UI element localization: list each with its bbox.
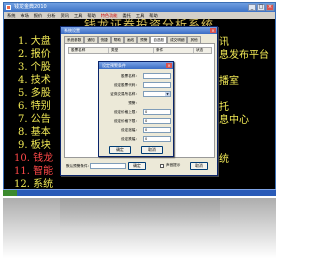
background-menu-item[interactable]: 3. 个股: [18, 62, 51, 74]
sound-alert-checkbox[interactable]: [160, 164, 164, 168]
list-header: 股票名称 类型 条件 状态: [68, 47, 212, 54]
settings-tabs: 系统参数 通知 快捷 帮助 画线 预警 自选股 成交明细 其他: [64, 36, 201, 43]
form-input[interactable]: [143, 73, 171, 79]
form-row: 设定跌幅： 0: [99, 136, 173, 143]
window-controls: _ □ ×: [248, 4, 274, 11]
form-input[interactable]: 0: [143, 118, 171, 124]
tab[interactable]: 预警: [137, 36, 151, 43]
sound-alert-label: 声音提示: [166, 163, 181, 167]
background-menu-item[interactable]: 1. 大盘: [18, 36, 51, 48]
tab[interactable]: 自选股: [150, 36, 168, 43]
tab[interactable]: 系统参数: [64, 36, 85, 43]
form-label: 股票名称：: [121, 74, 139, 78]
background-right-item[interactable]: 播室: [219, 76, 239, 88]
form-row: 设定价格上限： 0: [99, 109, 173, 116]
form-label: 证券交易所名称：: [110, 92, 139, 96]
column-header[interactable]: 类型: [109, 48, 154, 53]
form-row: 证券交易所名称： ▼: [99, 91, 173, 98]
background-right-item[interactable]: 统: [219, 154, 229, 166]
tab[interactable]: 成交明细: [167, 36, 188, 43]
form-input[interactable]: [143, 82, 171, 88]
background-menu-item[interactable]: 7. 公告: [18, 114, 51, 126]
form-input[interactable]: 0: [143, 109, 171, 115]
exchange-select[interactable]: ▼: [143, 91, 171, 97]
maximize-icon[interactable]: □: [257, 4, 265, 11]
close-icon[interactable]: ×: [210, 28, 216, 33]
background-menu-item[interactable]: 4. 技术: [18, 75, 51, 87]
minimize-icon[interactable]: _: [248, 4, 256, 11]
title-bar: 钱龙金典2010 _ □ ×: [4, 3, 275, 12]
form-label: 设定跌幅：: [121, 137, 139, 141]
column-header[interactable]: 状态: [194, 48, 211, 53]
default-alert-field[interactable]: [90, 163, 126, 169]
ok-button[interactable]: 确定: [128, 162, 146, 170]
ok-button[interactable]: 确定: [109, 146, 131, 154]
form-label: 设定股票代码：: [113, 83, 139, 87]
form-label: 预警：: [128, 101, 139, 105]
form-input[interactable]: 0: [143, 127, 171, 133]
app-icon: [6, 5, 11, 10]
background-right-item[interactable]: 息中心: [219, 115, 249, 127]
menu-item[interactable]: 报价: [34, 12, 42, 19]
form-label: 设定涨幅：: [121, 128, 139, 132]
cancel-button[interactable]: 取消: [141, 146, 163, 154]
form-row: 设定价格下限： 0: [99, 118, 173, 125]
tab[interactable]: 快捷: [97, 36, 111, 43]
form-row: 设定股票代码：: [99, 82, 173, 89]
background-right-item[interactable]: 讯: [219, 37, 229, 49]
default-alert-label: 默认预警条件：: [66, 164, 92, 168]
reflection-dialog: [60, 198, 220, 228]
tab[interactable]: 其他: [187, 36, 201, 43]
column-header[interactable]: 条件: [154, 48, 194, 53]
background-menu-item[interactable]: 9. 板块: [18, 140, 51, 152]
tab[interactable]: 画线: [123, 36, 138, 43]
background-menu-item[interactable]: 8. 基本: [18, 127, 51, 139]
background-menu-item[interactable]: 5. 多股: [18, 88, 51, 100]
settings-footer: 默认预警条件： 声音提示 确定 取消: [64, 161, 215, 173]
cancel-button[interactable]: 取消: [190, 162, 208, 170]
form-row: 股票名称：: [99, 73, 173, 80]
menu-item[interactable]: 系统: [7, 12, 15, 19]
close-icon[interactable]: ×: [266, 4, 274, 11]
close-icon[interactable]: ×: [166, 63, 172, 68]
start-button[interactable]: [3, 190, 17, 196]
settings-dialog-titlebar: 系统设置 ×: [61, 27, 217, 34]
window-title: 钱龙金典2010: [14, 4, 47, 10]
form-row: 预警：: [99, 100, 173, 107]
form-label: 设定价格下限：: [113, 119, 139, 123]
background-right-item[interactable]: 托: [219, 102, 229, 114]
menu-item[interactable]: 资讯: [61, 12, 69, 19]
form-input[interactable]: 0: [143, 136, 171, 142]
background-menu-item[interactable]: 2. 报价: [18, 49, 51, 61]
form-label: 设定价格上限：: [113, 110, 139, 114]
alert-dialog-title: 设定预警条件: [102, 63, 126, 68]
menu-item[interactable]: 工具: [74, 12, 82, 19]
background-menu-item[interactable]: 11. 智能: [14, 166, 53, 178]
alert-dialog-titlebar: 设定预警条件 ×: [99, 62, 173, 69]
column-header[interactable]: 股票名称: [69, 48, 109, 53]
alert-condition-dialog: 设定预警条件 × 股票名称： 设定股票代码： 证券交易所名称： ▼ 预警： 设定价格上限：…: [98, 61, 174, 157]
form-row: 设定涨幅： 0: [99, 127, 173, 134]
taskbar: [3, 189, 276, 196]
menu-item[interactable]: 分析: [47, 12, 55, 19]
tab[interactable]: 帮助: [110, 36, 124, 43]
background-menu-item[interactable]: 6. 特别: [18, 101, 51, 113]
chevron-down-icon[interactable]: ▼: [165, 92, 170, 96]
background-menu-item[interactable]: 10. 钱龙: [14, 153, 53, 165]
background-right-item[interactable]: 息发布平台: [219, 50, 269, 62]
menu-item[interactable]: 市场: [20, 12, 28, 19]
tab[interactable]: 通知: [84, 36, 98, 43]
reflection: [3, 198, 276, 258]
settings-dialog-title: 系统设置: [64, 28, 80, 33]
